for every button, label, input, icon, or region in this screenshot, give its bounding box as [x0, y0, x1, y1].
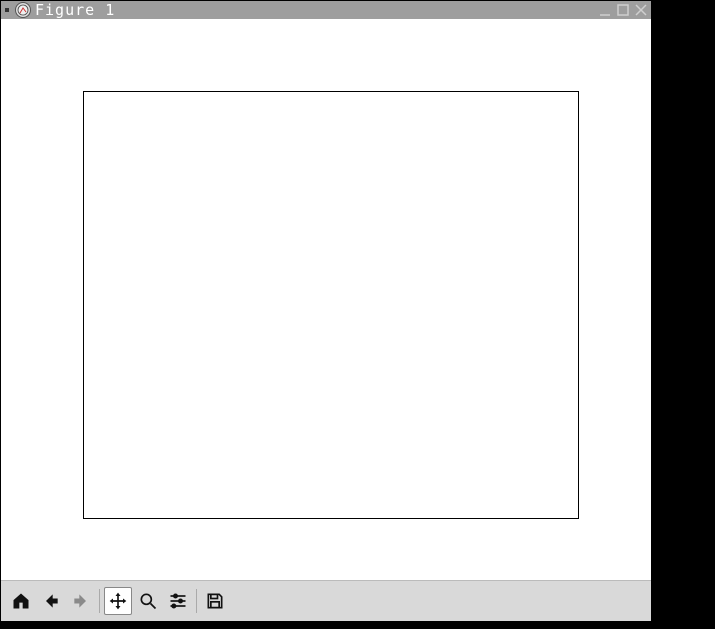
save-button[interactable] — [201, 587, 229, 615]
figure-window: Figure 1 — [0, 0, 652, 622]
window-menu-icon[interactable] — [5, 8, 9, 12]
toolbar-separator — [99, 589, 100, 613]
window-title: Figure 1 — [35, 1, 597, 19]
plot-axes[interactable] — [83, 91, 579, 519]
close-button[interactable] — [633, 2, 649, 18]
forward-button[interactable] — [67, 587, 95, 615]
figure-canvas[interactable] — [1, 19, 651, 580]
app-icon — [15, 2, 31, 18]
back-button[interactable] — [37, 587, 65, 615]
pan-button[interactable] — [104, 587, 132, 615]
configure-subplots-button[interactable] — [164, 587, 192, 615]
zoom-button[interactable] — [134, 587, 162, 615]
home-button[interactable] — [7, 587, 35, 615]
toolbar-separator — [196, 589, 197, 613]
titlebar[interactable]: Figure 1 — [1, 1, 651, 19]
maximize-button[interactable] — [615, 2, 631, 18]
navigation-toolbar — [1, 580, 651, 621]
minimize-button[interactable] — [597, 2, 613, 18]
